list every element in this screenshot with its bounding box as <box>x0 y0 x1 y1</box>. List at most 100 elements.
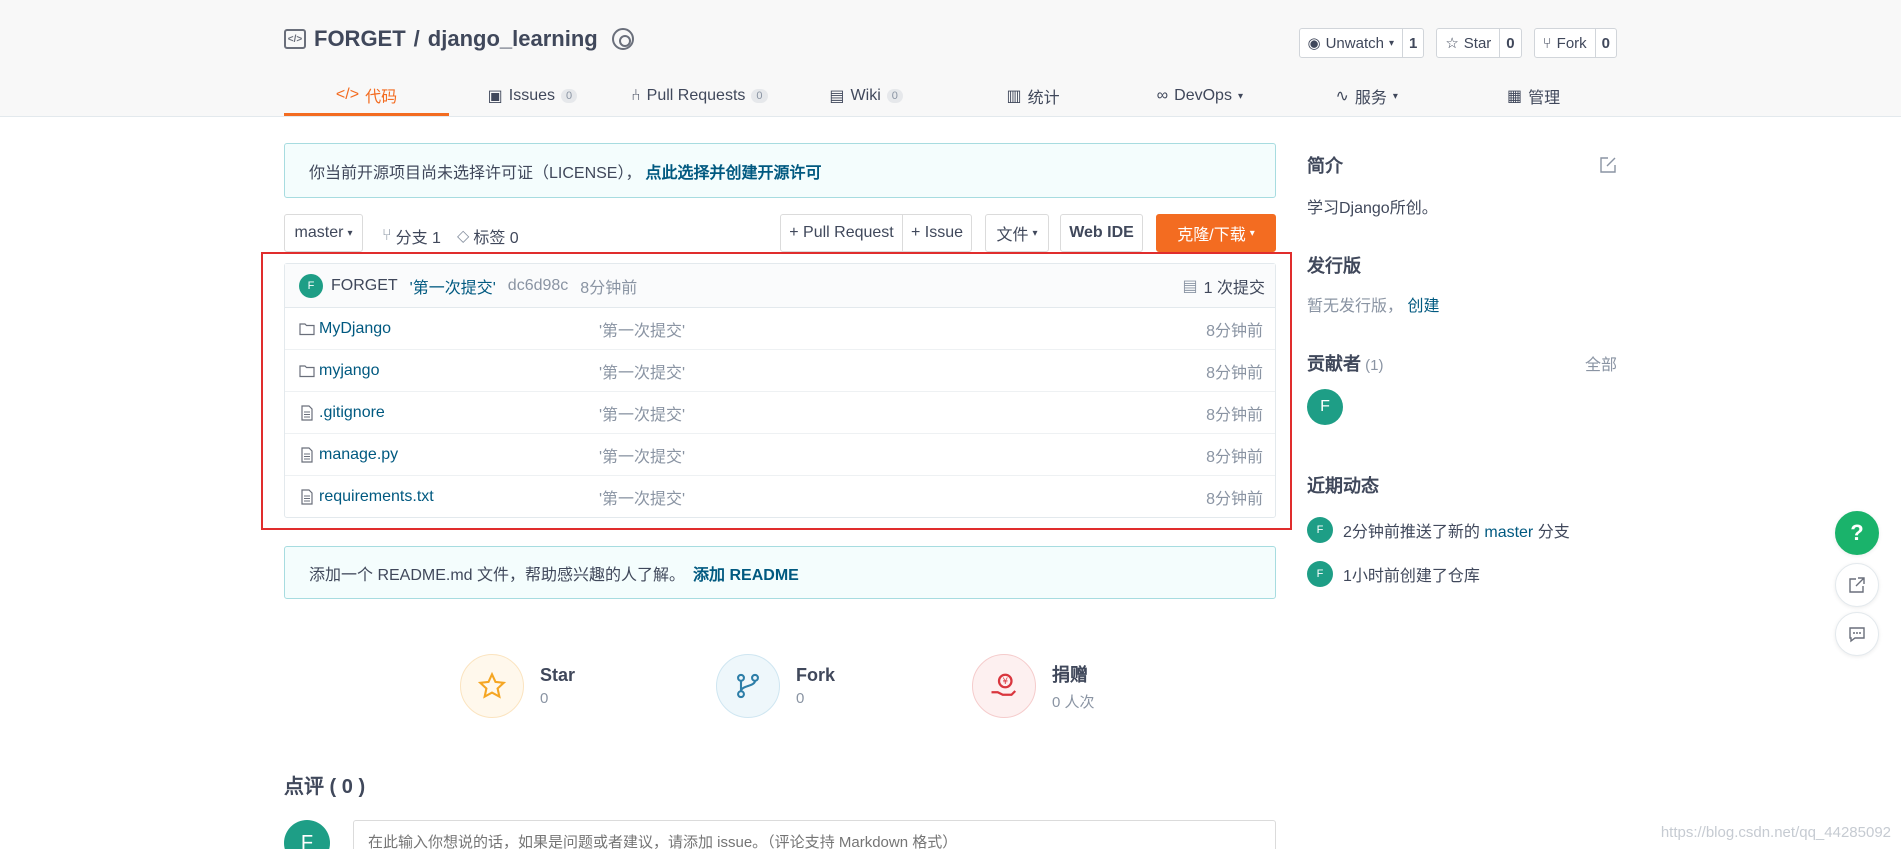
repo-nav-tabs: </> 代码 ▣ Issues 0 ⑃ Pull Requests 0 ▤ Wi… <box>284 76 1617 117</box>
intro-text: 学习Django所创。 <box>1307 200 1438 217</box>
watch-count[interactable]: 1 <box>1403 29 1423 57</box>
comment-input[interactable] <box>353 820 1276 849</box>
repo-separator: / <box>413 26 420 51</box>
share-button[interactable] <box>1835 563 1879 607</box>
feedback-button[interactable] <box>1835 612 1879 656</box>
branch-select[interactable]: master ▾ <box>284 214 363 252</box>
file-icon <box>301 489 313 505</box>
question-icon: ? <box>1850 520 1864 545</box>
activity-title: 近期动态 <box>1307 476 1379 496</box>
stat-donate[interactable]: ¥ 捐赠 0 人次 <box>972 654 1228 718</box>
table-row[interactable]: MyDjango '第一次提交' 8分钟前 <box>285 308 1275 350</box>
table-row[interactable]: requirements.txt '第一次提交' 8分钟前 <box>285 476 1275 518</box>
caret-down-icon: ▾ <box>1388 37 1394 49</box>
tab-pull-requests[interactable]: ⑃ Pull Requests 0 <box>616 76 783 116</box>
unwatch-button[interactable]: ◉ Unwatch ▾ 1 <box>1298 28 1425 58</box>
repo-name-link[interactable]: django_learning <box>428 26 598 52</box>
new-issue-button[interactable]: + Issue <box>902 214 972 252</box>
table-row[interactable]: .gitignore '第一次提交' 8分钟前 <box>285 392 1275 434</box>
commit-author[interactable]: FORGET <box>331 277 398 295</box>
tab-devops[interactable]: ∞ DevOps ▾ <box>1116 76 1283 116</box>
commit-count-link[interactable]: ▤ 1 次提交 <box>1183 274 1265 298</box>
contributors-all-link[interactable]: 全部 <box>1585 351 1617 375</box>
file-name-link[interactable]: requirements.txt <box>319 488 599 506</box>
fork-count[interactable]: 0 <box>1596 29 1616 57</box>
contributors-header: 贡献者 (1) 全部 <box>1307 350 1617 376</box>
file-commit-message[interactable]: '第一次提交' <box>599 443 685 467</box>
file-commit-message[interactable]: '第一次提交' <box>599 359 685 383</box>
repo-owner-link[interactable]: FORGET <box>314 26 406 52</box>
tab-issues[interactable]: ▣ Issues 0 <box>449 76 616 116</box>
fork-button[interactable]: ⑂ Fork 0 <box>1533 28 1617 58</box>
activity-branch-link[interactable]: master <box>1484 524 1533 541</box>
stat-donate-value: 0 人次 <box>1052 693 1095 711</box>
tab-wiki[interactable]: ▤ Wiki 0 <box>783 76 950 116</box>
clone-download-button[interactable]: 克隆/下载 ▾ <box>1156 214 1276 252</box>
file-name-link[interactable]: myjango <box>319 362 599 380</box>
stat-star[interactable]: Star 0 <box>460 654 716 718</box>
repo-title: </> FORGET / django_learning <box>284 26 634 52</box>
table-row[interactable]: myjango '第一次提交' 8分钟前 <box>285 350 1275 392</box>
star-button[interactable]: ☆ Star 0 <box>1436 28 1522 58</box>
repo-stats: Star 0 Fork 0 ¥ 捐赠 0 人次 <box>460 654 1228 718</box>
new-pull-request-button[interactable]: + Pull Request <box>780 214 903 252</box>
settings-doc-icon: ▦ <box>1507 88 1523 105</box>
code-icon: </> <box>335 85 360 103</box>
recommend-badge-icon[interactable] <box>611 28 634 50</box>
wiki-book-icon: ▤ <box>829 88 845 105</box>
web-ide-button[interactable]: Web IDE <box>1060 214 1143 252</box>
last-commit-row: F FORGET '第一次提交' dc6d98c 8分钟前 ▤ 1 次提交 <box>285 264 1275 308</box>
file-name-link[interactable]: MyDjango <box>319 320 599 338</box>
pull-request-icon: ⑃ <box>631 87 641 104</box>
bar-chart-icon: ▥ <box>1006 88 1022 105</box>
stat-fork-label: Fork <box>796 665 836 685</box>
tab-stats[interactable]: ▥ 统计 <box>950 76 1117 116</box>
tab-code[interactable]: </> 代码 <box>284 76 449 116</box>
caret-down-icon: ▾ <box>1237 90 1243 102</box>
create-release-link[interactable]: 创建 <box>1407 298 1439 315</box>
issues-icon: ▣ <box>487 88 503 105</box>
table-row[interactable]: manage.py '第一次提交' 8分钟前 <box>285 434 1275 476</box>
tab-services[interactable]: ∿ 服务 ▾ <box>1283 76 1450 116</box>
stat-donate-label: 捐赠 <box>1052 664 1088 685</box>
repo-header: </> FORGET / django_learning ◉ Unwatch ▾ 1… <box>0 0 1901 117</box>
contributors-list: F <box>1307 389 1617 425</box>
commit-time: 8分钟前 <box>580 279 638 297</box>
caret-down-icon: ▾ <box>1249 227 1255 239</box>
edit-icon[interactable] <box>1599 156 1617 174</box>
help-button[interactable]: ? <box>1835 511 1879 555</box>
add-readme-link[interactable]: 添加 README <box>693 567 799 584</box>
intro-title: 简介 <box>1307 156 1343 176</box>
file-commit-message[interactable]: '第一次提交' <box>599 485 685 509</box>
avatar[interactable]: F <box>1307 561 1333 587</box>
branch-icon: ⑂ <box>382 227 392 244</box>
license-notice-text: 你当前开源项目尚未选择许可证（LICENSE）， <box>309 164 642 182</box>
file-time: 8分钟前 <box>1206 448 1263 466</box>
intro-header: 简介 <box>1307 152 1617 178</box>
star-icon: ☆ <box>1445 35 1459 52</box>
avatar[interactable]: F <box>1307 389 1343 425</box>
file-menu-button[interactable]: 文件 ▾ <box>985 214 1049 252</box>
avatar[interactable]: F <box>1307 517 1333 543</box>
tags-link[interactable]: ◇ 标签 0 <box>457 224 519 248</box>
stat-fork[interactable]: Fork 0 <box>716 654 972 718</box>
branches-link[interactable]: ⑂ 分支 1 <box>382 224 441 248</box>
watermark: https://blog.csdn.net/qq_44285092 <box>1660 824 1891 841</box>
commit-message-link[interactable]: '第一次提交' <box>410 274 496 298</box>
stat-fork-value: 0 <box>796 690 805 707</box>
issues-count: 0 <box>561 89 578 103</box>
avatar: F <box>284 820 330 849</box>
avatar[interactable]: F <box>299 273 323 298</box>
file-name-link[interactable]: manage.py <box>319 446 599 464</box>
tag-icon: ◇ <box>457 228 470 245</box>
eye-icon: ◉ <box>1307 35 1321 52</box>
file-commit-message[interactable]: '第一次提交' <box>599 401 685 425</box>
star-count[interactable]: 0 <box>1500 29 1520 57</box>
file-name-link[interactable]: .gitignore <box>319 404 599 422</box>
create-license-link[interactable]: 点此选择并创建开源许可 <box>645 165 821 182</box>
pr-count: 0 <box>751 89 768 103</box>
tab-manage[interactable]: ▦ 管理 <box>1450 76 1617 116</box>
file-time: 8分钟前 <box>1206 406 1263 424</box>
file-commit-message[interactable]: '第一次提交' <box>599 317 685 341</box>
commit-hash[interactable]: dc6d98c <box>508 277 569 295</box>
